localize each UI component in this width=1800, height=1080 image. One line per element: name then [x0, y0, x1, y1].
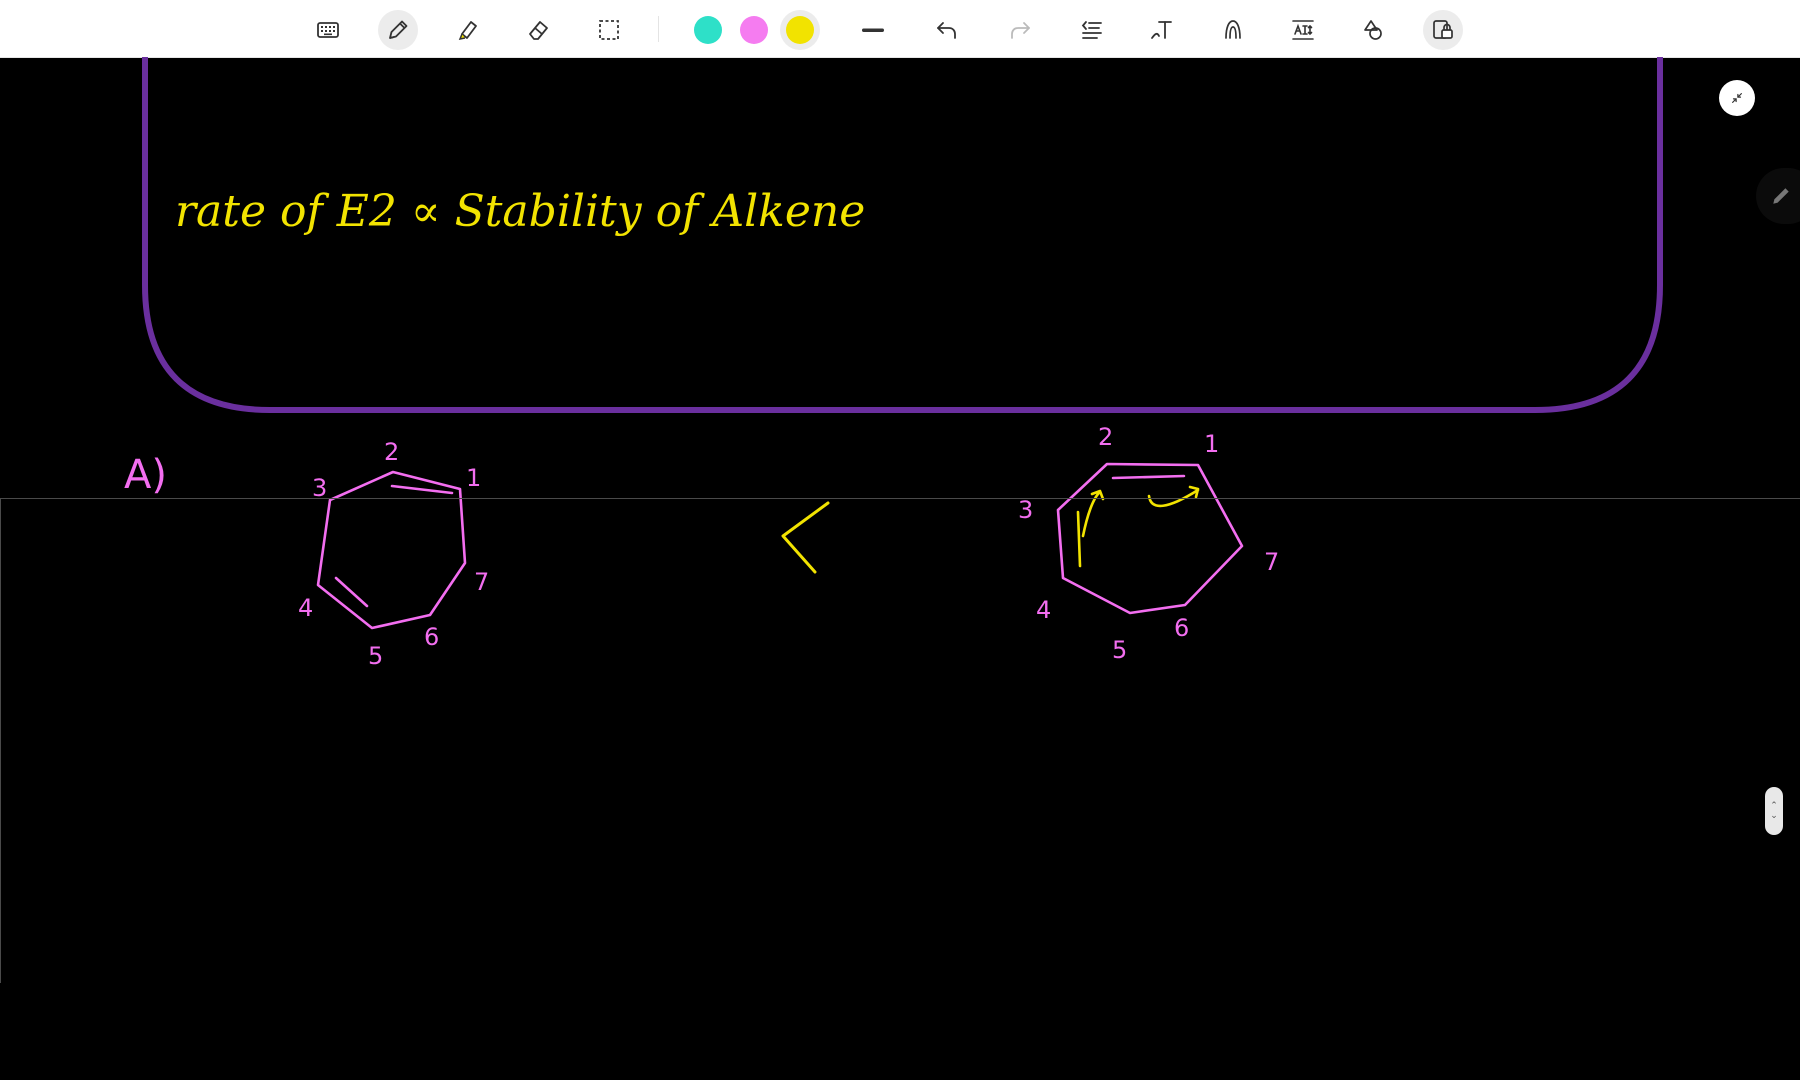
vertical-scrollbar-thumb[interactable]: ⌃ ⌄: [1765, 787, 1783, 835]
ink-layer: rate of E2 ∝ Stability of Alkene A) 1 2 …: [124, 57, 1663, 670]
scroll-down-chevron-icon: ⌄: [1770, 811, 1778, 821]
collapse-arrows-icon: [1732, 93, 1742, 103]
drawing-toolbar: [0, 0, 1800, 58]
right-atom-5: 5: [1112, 636, 1127, 664]
comparison-less-than-mark: [781, 501, 830, 574]
right-atom-7: 7: [1264, 548, 1279, 576]
insert-space-icon[interactable]: [1072, 10, 1112, 50]
shapes-icon[interactable]: [1353, 10, 1393, 50]
curved-arrow-right: [1147, 485, 1200, 508]
toolbar-divider: [658, 16, 659, 42]
text-tool-icon[interactable]: [1142, 10, 1182, 50]
shape-recognition-icon[interactable]: [1213, 10, 1253, 50]
undo-icon[interactable]: [927, 10, 967, 50]
left-atom-6: 6: [424, 623, 439, 651]
left-atom-7: 7: [474, 568, 489, 596]
left-atom-2: 2: [384, 438, 399, 466]
color-pink-swatch[interactable]: [740, 16, 768, 44]
right-atom-6: 6: [1174, 614, 1189, 642]
right-ring: [1056, 462, 1244, 615]
right-ring-bonds: [1056, 462, 1244, 615]
scroll-up-chevron-icon: ⌃: [1770, 801, 1778, 811]
thick-line-icon[interactable]: [853, 10, 893, 50]
keyboard-icon[interactable]: [308, 10, 348, 50]
color-teal-swatch[interactable]: [694, 16, 722, 44]
right-atom-4: 4: [1036, 596, 1051, 624]
formula-text: rate of E2 ∝ Stability of Alkene: [175, 186, 865, 237]
left-atom-5: 5: [368, 642, 383, 670]
page-left-edge: [0, 498, 1, 983]
left-ring-double-bond: [390, 484, 454, 495]
pen-icon[interactable]: [378, 10, 418, 50]
eraser-icon[interactable]: [518, 10, 558, 50]
exit-fullscreen-button[interactable]: [1719, 80, 1755, 116]
page-break-line: [0, 498, 1800, 499]
problem-label: A): [124, 452, 167, 498]
right-atom-3: 3: [1018, 496, 1033, 524]
right-ring-pi-bond: [1076, 510, 1082, 568]
left-atom-4: 4: [298, 594, 313, 622]
right-ring-double-bond: [1111, 474, 1186, 480]
lock-page-icon[interactable]: [1423, 10, 1463, 50]
redo-icon[interactable]: [1000, 10, 1040, 50]
highlighter-icon[interactable]: [448, 10, 488, 50]
left-atom-1: 1: [466, 464, 481, 492]
color-yellow-swatch[interactable]: [786, 16, 814, 44]
right-atom-1: 1: [1204, 430, 1219, 458]
pencil-icon: [1773, 188, 1789, 204]
text-size-icon[interactable]: [1283, 10, 1323, 50]
right-atom-2: 2: [1098, 423, 1113, 451]
left-ring: [316, 470, 467, 630]
formula-ink: rate of E2 ∝ Stability of Alkene: [175, 186, 865, 237]
left-ring-bonds: [316, 470, 467, 630]
lasso-select-icon[interactable]: [589, 10, 629, 50]
whiteboard-canvas[interactable]: rate of E2 ∝ Stability of Alkene A) 1 2 …: [0, 57, 1800, 1080]
